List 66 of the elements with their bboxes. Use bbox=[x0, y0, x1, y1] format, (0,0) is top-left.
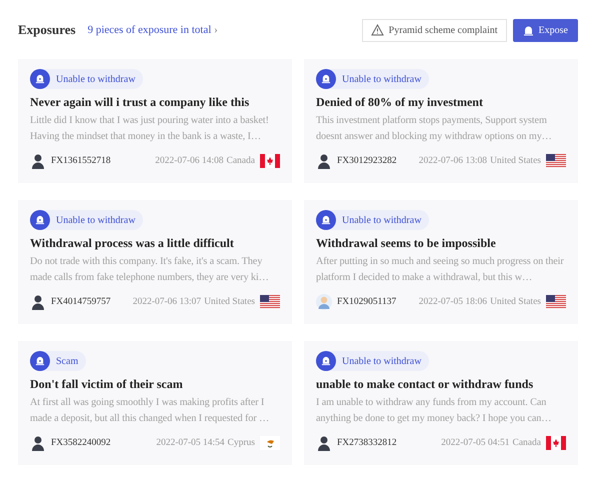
country-name: United States bbox=[490, 297, 541, 307]
flag-icon bbox=[260, 436, 280, 450]
flag-icon bbox=[260, 295, 280, 309]
avatar-icon bbox=[30, 294, 46, 310]
category-tag: Unable to withdraw bbox=[316, 351, 430, 371]
flag-icon bbox=[546, 436, 566, 450]
country-name: United States bbox=[490, 156, 541, 166]
exposure-card[interactable] bbox=[304, 341, 578, 465]
country-name: United States bbox=[204, 297, 255, 307]
complaint-button[interactable]: Pyramid scheme complaint bbox=[362, 18, 507, 42]
bell-icon bbox=[522, 24, 534, 36]
flag-icon bbox=[546, 154, 566, 168]
exposure-title: Denied of 80% of my investment bbox=[316, 95, 484, 110]
exposure-excerpt: Do not trade with this company. It's fake, it's a scam. They made calls from fake telephone numbers, they are very ki… bbox=[30, 255, 270, 285]
expose-button[interactable]: Expose bbox=[512, 18, 578, 42]
category-tag: Unable to withdraw bbox=[30, 69, 144, 89]
avatar-icon bbox=[316, 294, 332, 310]
category-tag: Unable to withdraw bbox=[30, 210, 144, 230]
post-date: 2022-07-05 14:54 bbox=[156, 438, 225, 448]
post-date: 2022-07-06 13:07 bbox=[132, 297, 202, 307]
country-name: Cyprus bbox=[228, 438, 255, 448]
user-id: FX2738332812 bbox=[337, 438, 397, 448]
category-tag: Unable to withdraw bbox=[316, 210, 430, 230]
user-id: FX4014759757 bbox=[51, 297, 111, 307]
post-date: 2022-07-05 18:06 bbox=[418, 297, 488, 307]
exposure-excerpt: I am unable to withdraw any funds from my account. Can anything be done to get my money back? I hope you can… bbox=[316, 396, 552, 426]
page-title: Exposures bbox=[18, 22, 76, 38]
warning-icon bbox=[370, 24, 384, 36]
exposure-card[interactable] bbox=[18, 59, 292, 183]
post-date: 2022-07-06 13:08 bbox=[418, 156, 488, 166]
avatar-icon bbox=[316, 435, 332, 451]
exposure-excerpt: This investment platform stops payments, Support system doesnt answer and blocking my withdraw options on my… bbox=[316, 114, 553, 144]
bell-icon bbox=[30, 351, 50, 371]
category-tag: Unable to withdraw bbox=[316, 69, 430, 89]
exposure-title: Withdrawal process was a little difficult bbox=[30, 236, 235, 251]
exposure-excerpt: At first all was going smoothly I was making profits after I made a deposit, but all this changed when I requested for … bbox=[30, 396, 270, 426]
avatar-icon bbox=[30, 153, 46, 169]
exposure-card[interactable] bbox=[18, 200, 292, 324]
user-id: FX3582240092 bbox=[51, 438, 111, 448]
category-tag: Scam bbox=[30, 351, 86, 371]
bell-icon bbox=[316, 351, 336, 371]
exposure-card[interactable] bbox=[304, 200, 578, 324]
avatar-icon bbox=[316, 153, 332, 169]
user-id: FX3012923282 bbox=[337, 156, 397, 166]
country-name: Canada bbox=[512, 438, 541, 448]
user-id: FX1029051137 bbox=[337, 297, 396, 307]
bell-icon bbox=[316, 69, 336, 89]
bell-icon bbox=[316, 210, 336, 230]
exposure-excerpt: Little did I know that I was just pouring water into a basket! Having the mindset that money in the bank is a waste, I… bbox=[30, 114, 270, 144]
exposure-title: unable to make contact or withdraw funds bbox=[316, 377, 534, 392]
exposure-card[interactable] bbox=[304, 59, 578, 183]
bell-icon bbox=[30, 210, 50, 230]
country-name: Canada bbox=[226, 156, 255, 166]
exposure-title: Withdrawal seems to be impossible bbox=[316, 236, 497, 251]
post-date: 2022-07-05 04:51 bbox=[441, 438, 510, 448]
flag-icon bbox=[546, 295, 566, 309]
exposure-title: Never again will i trust a company like this bbox=[30, 95, 250, 110]
exposure-title: Don't fall victim of their scam bbox=[30, 377, 184, 392]
flag-icon bbox=[260, 154, 280, 168]
exposure-excerpt: After putting in so much and seeing so much progress on their platform I decided to make a withdrawal, but this w… bbox=[316, 255, 565, 285]
avatar-icon bbox=[30, 435, 46, 451]
total-exposures-link[interactable]: 9 pieces of exposure in total › bbox=[88, 24, 218, 36]
post-date: 2022-07-06 14:08 bbox=[155, 156, 224, 166]
bell-icon bbox=[30, 69, 50, 89]
exposure-card[interactable]: Scam Don't fall victim of their scam At first all was going smoothly I was making profits after I made a deposit, but all this changed when I requested for … FX3582240092 2022-07-05 14:54 Cyprus bbox=[18, 341, 292, 465]
user-id: FX1361552718 bbox=[51, 156, 111, 166]
